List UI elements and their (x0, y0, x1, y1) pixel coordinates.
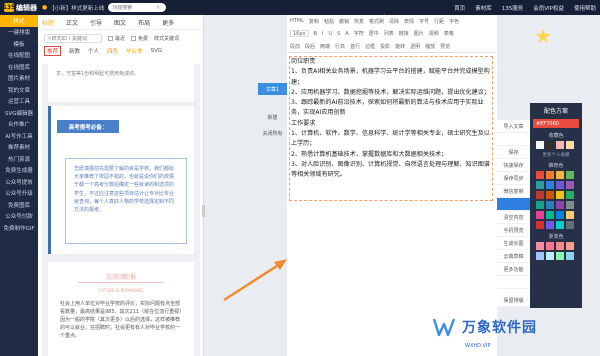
watermark-url: WXHD.VIP (465, 343, 491, 349)
arrow-head (274, 259, 287, 270)
annotation-arrow (223, 259, 287, 302)
watermark-logo-icon (432, 318, 456, 337)
arrow-line (223, 262, 281, 302)
watermark: 万象软件园 (432, 316, 537, 338)
watermark-text: 万象软件园 (462, 320, 537, 336)
